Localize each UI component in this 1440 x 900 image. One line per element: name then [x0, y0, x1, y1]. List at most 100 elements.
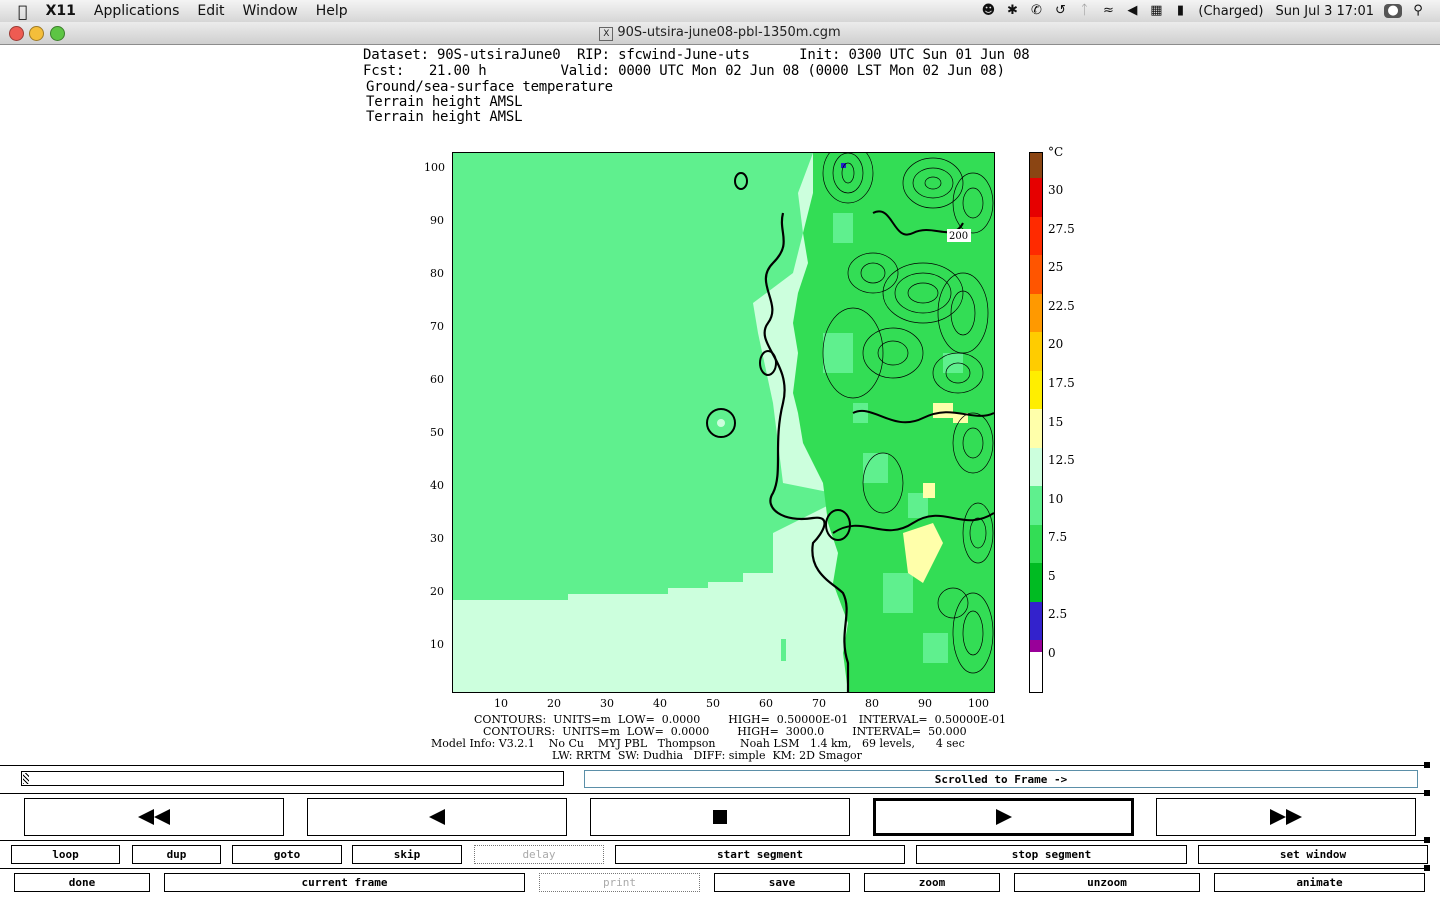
time-machine-icon[interactable]: ↺: [1052, 4, 1068, 18]
divider: [0, 793, 1430, 794]
start-segment-button[interactable]: start segment: [615, 845, 905, 864]
colorbar-seg: [1030, 640, 1042, 652]
stop-button[interactable]: [590, 798, 850, 836]
y-tick-40: 40: [430, 479, 444, 492]
play-button[interactable]: [873, 798, 1134, 836]
colorbar-label: 15: [1048, 415, 1064, 429]
window-titlebar[interactable]: X 90S-utsira-june08-pbl-1350m.cgm: [0, 22, 1440, 45]
resize-handle[interactable]: [1424, 865, 1430, 871]
skip-button[interactable]: skip: [352, 845, 462, 864]
x-tick-90: 90: [918, 697, 932, 710]
menu-edit[interactable]: Edit: [188, 3, 233, 19]
colorbar-label: 30: [1048, 183, 1064, 197]
divider: [0, 868, 1430, 869]
y-tick-80: 80: [430, 267, 444, 280]
fast-forward-button[interactable]: [1156, 798, 1416, 836]
unzoom-button[interactable]: unzoom: [1014, 873, 1200, 892]
land-patch: [781, 639, 786, 661]
colorbar-label: 5: [1048, 569, 1056, 583]
x-tick-10: 10: [494, 697, 508, 710]
volume-icon[interactable]: ◀: [1124, 4, 1140, 18]
phone-icon[interactable]: ✆: [1028, 4, 1044, 18]
y-tick-100: 100: [424, 161, 445, 174]
battery-icon[interactable]: ▮: [1172, 4, 1188, 18]
wifi-icon[interactable]: ≈: [1100, 4, 1116, 18]
calendar-icon[interactable]: ▦: [1148, 4, 1164, 18]
window-title-text: 90S-utsira-june08-pbl-1350m.cgm: [617, 25, 841, 40]
user-icon[interactable]: ●: [1384, 4, 1402, 18]
zoom-button[interactable]: zoom: [864, 873, 1000, 892]
contour-label: 200: [949, 231, 968, 242]
dup-button[interactable]: dup: [132, 845, 221, 864]
rewind-button[interactable]: [24, 798, 284, 836]
app-menu[interactable]: X11: [42, 3, 85, 19]
clock[interactable]: Sun Jul 3 17:01: [1269, 4, 1380, 19]
colorbar: [1029, 152, 1043, 693]
battery-status[interactable]: (Charged): [1192, 4, 1269, 19]
stop-segment-button[interactable]: stop segment: [916, 845, 1187, 864]
colorbar-seg: [1030, 409, 1042, 448]
colorbar-label: 25: [1048, 260, 1064, 274]
current-frame-button[interactable]: current frame: [164, 873, 525, 892]
x-tick-40: 40: [653, 697, 667, 710]
colorbar-seg: [1030, 525, 1042, 563]
frame-scrollbar[interactable]: [21, 771, 564, 786]
y-tick-60: 60: [430, 373, 444, 386]
island-center: [717, 419, 725, 427]
x-tick-30: 30: [600, 697, 614, 710]
y-tick-90: 90: [430, 214, 444, 227]
play-icon: [995, 809, 1012, 825]
header-fcst-line: Fcst: 21.00 h Valid: 0000 UTC Mon 02 Jun…: [363, 63, 1005, 79]
goto-button[interactable]: goto: [232, 845, 342, 864]
colorbar-label: 0: [1048, 646, 1056, 660]
rewind-icon: [138, 809, 170, 825]
fast-forward-icon: [1270, 809, 1302, 825]
colorbar-seg: [1030, 563, 1042, 602]
colorbar-seg: [1030, 178, 1042, 217]
delay-button[interactable]: delay: [474, 845, 604, 864]
x-tick-100: 100: [968, 697, 989, 710]
colorbar-seg: [1030, 486, 1042, 525]
apple-menu-icon[interactable]: : [0, 2, 42, 21]
menu-applications[interactable]: Applications: [85, 3, 189, 19]
frame-status: Scrolled to Frame ->: [584, 770, 1418, 788]
animate-button[interactable]: animate: [1214, 873, 1425, 892]
bug-icon[interactable]: ✱: [1004, 4, 1020, 18]
set-window-button[interactable]: set window: [1198, 845, 1428, 864]
print-button[interactable]: print: [539, 873, 700, 892]
step-back-icon: [429, 809, 445, 825]
menubar:  X11 Applications Edit Window Help ☻ ✱ …: [0, 0, 1440, 23]
resize-handle[interactable]: [1424, 762, 1430, 768]
colorbar-seg: [1030, 448, 1042, 486]
done-button[interactable]: done: [14, 873, 150, 892]
x-tick-60: 60: [759, 697, 773, 710]
y-tick-50: 50: [430, 426, 444, 439]
save-button[interactable]: save: [714, 873, 850, 892]
scrollbar-thumb[interactable]: [23, 773, 29, 784]
y-tick-70: 70: [430, 320, 444, 333]
map-svg: 200: [453, 153, 994, 692]
colorbar-seg: [1030, 255, 1042, 294]
x-tick-20: 20: [547, 697, 561, 710]
menu-help[interactable]: Help: [307, 3, 357, 19]
bluetooth-icon[interactable]: ᛏ: [1076, 4, 1092, 18]
loop-button[interactable]: loop: [11, 845, 120, 864]
resize-handle[interactable]: [1424, 790, 1430, 796]
colorbar-seg: [1030, 602, 1042, 640]
window-title: X 90S-utsira-june08-pbl-1350m.cgm: [0, 25, 1440, 41]
spotlight-search-icon[interactable]: ⚲: [1410, 4, 1426, 18]
colorbar-label: 10: [1048, 492, 1064, 506]
colorbar-seg: [1030, 294, 1042, 332]
y-tick-10: 10: [430, 638, 444, 651]
colorbar-seg: [1030, 371, 1042, 409]
resize-handle[interactable]: [1424, 837, 1430, 843]
colorbar-seg: [1030, 332, 1042, 371]
x-tick-70: 70: [812, 697, 826, 710]
footer-physics: LW: RRTM SW: Dudhia DIFF: simple KM: 2D …: [552, 749, 862, 762]
header-field-2: Terrain height AMSL: [366, 94, 523, 110]
menu-window[interactable]: Window: [234, 3, 307, 19]
alien-icon[interactable]: ☻: [980, 4, 996, 18]
step-back-button[interactable]: [307, 798, 567, 836]
colorbar-label: 27.5: [1048, 222, 1075, 236]
colorbar-label: 12.5: [1048, 453, 1075, 467]
